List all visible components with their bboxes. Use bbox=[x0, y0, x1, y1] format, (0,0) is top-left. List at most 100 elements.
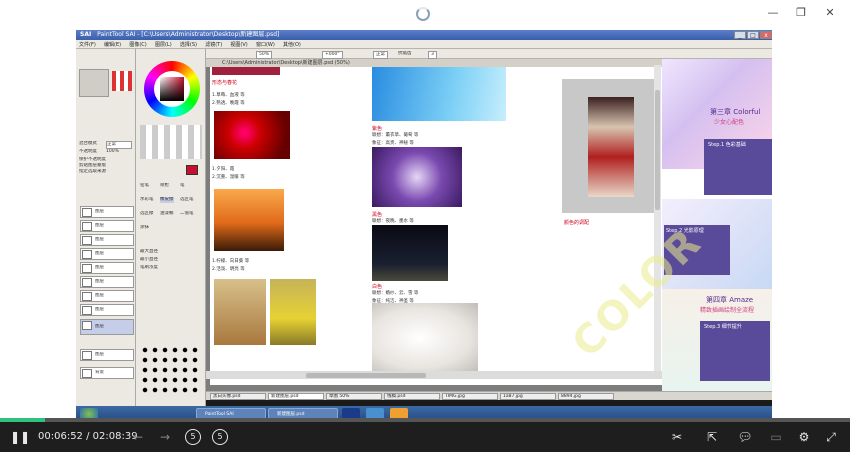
layer-item[interactable]: 图层 bbox=[80, 276, 134, 288]
layer-item[interactable]: 图层 bbox=[80, 248, 134, 260]
tool-pencil[interactable]: 铅笔 bbox=[140, 183, 149, 189]
zoom-field[interactable]: 50% bbox=[256, 51, 273, 59]
layer-item[interactable]: 图层 bbox=[80, 290, 134, 302]
canvas-horizontal-scrollbar[interactable] bbox=[206, 371, 662, 379]
heading-bar bbox=[212, 67, 280, 75]
next-icon[interactable]: → bbox=[157, 429, 173, 445]
tool-select-eraser[interactable]: 选区擦 bbox=[140, 211, 154, 217]
chapter4-title: 第四章 Amaze bbox=[706, 296, 754, 304]
option-selection-source[interactable]: 指定选取来源 bbox=[79, 169, 106, 175]
video-frame[interactable]: SAI PaintTool SAI - [C:\Users\Administra… bbox=[76, 30, 772, 422]
color-tool-panel: 铅笔 喷枪 笔 水彩笔 橡皮擦 选区笔 选区擦 油漆桶 二值笔 涂抹 最大直径 … bbox=[136, 49, 206, 409]
angle-field[interactable]: +000° bbox=[322, 51, 343, 59]
doc-tab[interactable]: 8894.jpg bbox=[558, 393, 614, 400]
blend-mode-select[interactable]: 正常 bbox=[106, 141, 132, 149]
doc-heading: 黑色 bbox=[372, 212, 383, 218]
pause-icon[interactable]: ❚❚ bbox=[10, 429, 30, 445]
doc-text: 联想：婚纱、云、雪 等 bbox=[372, 291, 419, 296]
forward-5s-icon[interactable]: 5 bbox=[212, 429, 228, 445]
doc-tab[interactable]: 黑白头像.psd bbox=[210, 393, 266, 400]
doc-heading: 白色 bbox=[372, 284, 383, 290]
tool-binary[interactable]: 二值笔 bbox=[180, 211, 194, 217]
doc-text: 1.草莓、血液 等 bbox=[212, 93, 245, 98]
doc-text: 2.沉重、温暖 等 bbox=[212, 175, 245, 180]
layer-item[interactable]: 图层 bbox=[80, 220, 134, 232]
max-size-label: 最大直径 bbox=[140, 249, 158, 254]
layer-item-background[interactable]: 背景 bbox=[80, 367, 134, 379]
loading-spinner-icon bbox=[416, 7, 430, 21]
current-time: 00:06:52 bbox=[38, 431, 83, 442]
tool-watercolor[interactable]: 水彩笔 bbox=[140, 197, 154, 203]
sai-close-icon[interactable]: x bbox=[760, 31, 772, 39]
tool-brush[interactable]: 笔 bbox=[180, 183, 185, 189]
time-separator: / bbox=[86, 431, 90, 442]
minimize-icon[interactable]: — bbox=[766, 6, 780, 20]
red-heels-photo bbox=[214, 111, 290, 159]
sai-maximize-icon[interactable]: □ bbox=[747, 31, 759, 39]
doc-tab[interactable]: 草图 50% bbox=[326, 393, 382, 400]
sai-menu-bar: 文件(F) 编辑(E) 图像(C) 图层(L) 选择(S) 滤镜(T) 视图(V… bbox=[76, 40, 772, 49]
close-icon[interactable]: ✕ bbox=[823, 6, 837, 20]
chapter3-title: 第三章 Colorful bbox=[710, 108, 761, 116]
layer-item[interactable]: 图层 bbox=[80, 304, 134, 316]
layer-item[interactable]: 图层 bbox=[80, 349, 134, 361]
doc-tab[interactable]: 1a87.jpg bbox=[500, 393, 556, 400]
doc-tab[interactable]: TIMG.jpg bbox=[442, 393, 498, 400]
chapter4-subtitle: 精致插画绘制全流程 bbox=[700, 307, 755, 314]
subtitle-icon[interactable]: ▭ bbox=[767, 429, 785, 445]
sai-title-text: PaintTool SAI - [C:\Users\Administrator\… bbox=[97, 31, 280, 38]
share-icon[interactable]: ⇱ bbox=[703, 429, 721, 445]
purple-flower-photo bbox=[372, 147, 462, 207]
layer-item[interactable]: 图层 bbox=[80, 206, 134, 218]
saturation-value-square[interactable] bbox=[160, 77, 184, 101]
doc-heading: 形态与春花 bbox=[212, 80, 238, 86]
doc-caption: 颜色的调配 bbox=[564, 220, 590, 226]
doc-text: 2.活泼、明亮 等 bbox=[212, 267, 245, 272]
sai-minimize-icon[interactable]: _ bbox=[734, 31, 746, 39]
foreground-color-swatch[interactable] bbox=[186, 165, 198, 175]
antialias-checkbox[interactable]: 抗锯齿 bbox=[398, 51, 412, 57]
sai-title-bar: SAI PaintTool SAI - [C:\Users\Administra… bbox=[76, 30, 772, 40]
tool-bucket[interactable]: 油漆桶 bbox=[160, 211, 174, 217]
canvas-horizontal-scroll-thumb[interactable] bbox=[306, 373, 426, 378]
video-player-controls: ❚❚ 00:06:52 / 02:08:39 ← → 5 5 ✂ ⇱ 💬︎ ▭ … bbox=[0, 422, 850, 452]
opacity-label: 不透明度 bbox=[79, 149, 97, 154]
previous-icon[interactable]: ← bbox=[130, 429, 146, 445]
color-swatches[interactable] bbox=[140, 125, 202, 159]
fullscreen-icon[interactable]: ⤢ bbox=[822, 429, 840, 445]
tool-eraser[interactable]: 橡皮擦 bbox=[160, 197, 174, 203]
comment-icon[interactable]: 💬︎ bbox=[736, 429, 754, 445]
layer-panel: 混合模式 正常 不透明度 100% 保护不透明度 剪贴图层蒙版 指定选取来源 图… bbox=[76, 49, 136, 409]
layer-item[interactable]: 图层 bbox=[80, 234, 134, 246]
night-city-photo bbox=[372, 225, 448, 281]
step3-title: Step.3 细节提升 bbox=[704, 324, 742, 330]
density-label: 笔刷浓度 bbox=[140, 265, 158, 270]
maximize-icon[interactable]: ❐ bbox=[794, 6, 808, 20]
doc-text: 2.熟透、晚霞 等 bbox=[212, 101, 245, 106]
doc-heading: 紫色 bbox=[372, 126, 383, 132]
stabilizer-select[interactable]: 3 bbox=[428, 51, 437, 59]
time-display: 00:06:52 / 02:08:39 bbox=[38, 431, 138, 442]
doc-text: 联想：薰衣草、葡萄 等 bbox=[372, 133, 419, 138]
scissors-icon[interactable]: ✂ bbox=[668, 429, 686, 445]
doc-tab[interactable]: 线稿.psd bbox=[384, 393, 440, 400]
navigator-thumb bbox=[112, 71, 132, 91]
navigator-preview[interactable] bbox=[79, 69, 109, 97]
doc-tab-active[interactable]: 新建图层.psd bbox=[268, 393, 324, 400]
opacity-value[interactable]: 100% bbox=[106, 149, 119, 155]
yellow-field-photo bbox=[270, 279, 316, 345]
settings-gear-icon[interactable]: ⚙ bbox=[795, 429, 813, 445]
canvas-vertical-scroll-thumb[interactable] bbox=[655, 90, 660, 210]
layer-item-selected[interactable]: 图层 bbox=[80, 319, 134, 335]
doc-text: 1.夕阳、霞 bbox=[212, 167, 235, 172]
blend-mode-label: 混合模式 bbox=[79, 141, 97, 146]
tool-airbrush[interactable]: 喷枪 bbox=[160, 183, 169, 189]
rewind-5s-icon[interactable]: 5 bbox=[185, 429, 201, 445]
tool-select-pen[interactable]: 选区笔 bbox=[180, 197, 194, 203]
layer-item[interactable]: 图层 bbox=[80, 262, 134, 274]
brush-size-presets[interactable] bbox=[140, 345, 202, 393]
tool-blur[interactable]: 涂抹 bbox=[140, 225, 149, 231]
wedding-dress-photo bbox=[372, 303, 478, 373]
straw-hat-photo bbox=[214, 279, 266, 345]
mode-select[interactable]: 正常 bbox=[373, 51, 388, 59]
